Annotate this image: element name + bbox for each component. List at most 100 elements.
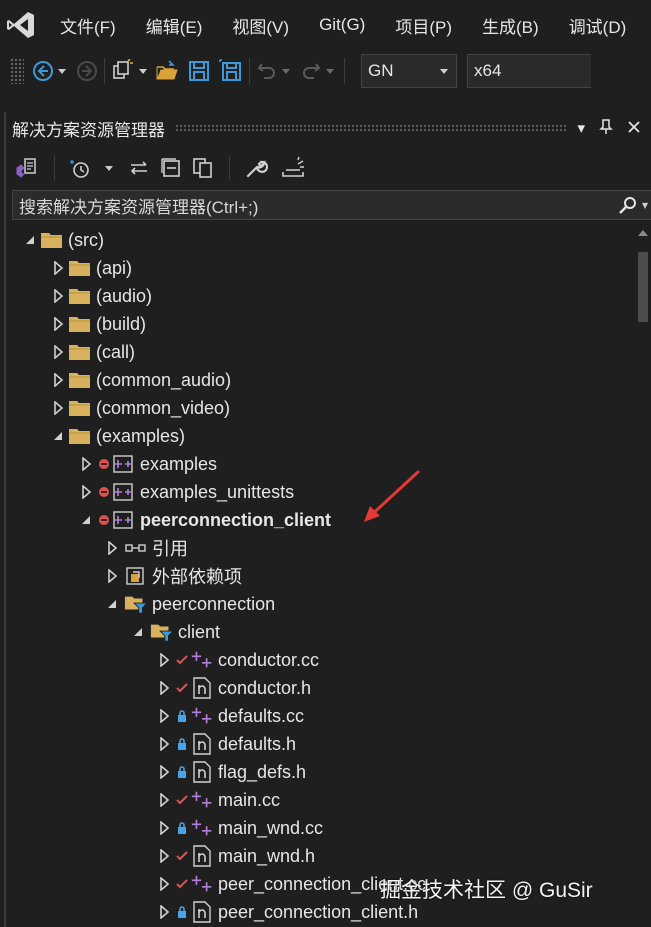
tree-item[interactable]: (examples) xyxy=(6,422,636,450)
redo-button[interactable] xyxy=(300,56,322,86)
navigate-forward-button[interactable] xyxy=(76,56,98,86)
collapsed-arrow-icon[interactable] xyxy=(154,818,174,838)
tree-item[interactable]: (audio) xyxy=(6,282,636,310)
scrollbar-thumb[interactable] xyxy=(638,252,648,322)
preview-selected-items-button[interactable] xyxy=(280,153,306,183)
tree-item[interactable]: (common_audio) xyxy=(6,366,636,394)
tree-item[interactable]: defaults.cc xyxy=(6,702,636,730)
collapsed-arrow-icon[interactable] xyxy=(154,902,174,922)
collapsed-arrow-icon[interactable] xyxy=(48,398,68,418)
collapsed-arrow-icon[interactable] xyxy=(154,762,174,782)
tree-item[interactable]: (call) xyxy=(6,338,636,366)
tree-item[interactable]: examples xyxy=(6,450,636,478)
new-item-dropdown-icon[interactable] xyxy=(139,68,147,74)
collapsed-arrow-icon[interactable] xyxy=(154,874,174,894)
collapsed-arrow-icon[interactable] xyxy=(154,846,174,866)
tree-item[interactable]: peerconnection xyxy=(6,590,636,618)
tree-item[interactable]: examples_unittests xyxy=(6,478,636,506)
tree-item[interactable]: flag_defs.h xyxy=(6,758,636,786)
tree-item[interactable]: 外部依赖项 xyxy=(6,562,636,590)
sync-with-active-document-button[interactable] xyxy=(127,153,151,183)
collapsed-arrow-icon[interactable] xyxy=(48,370,68,390)
tree-item[interactable]: (common_video) xyxy=(6,394,636,422)
collapsed-arrow-icon[interactable] xyxy=(48,314,68,334)
solution-platform-select[interactable]: x64 xyxy=(467,54,591,88)
window-position-dropdown-icon[interactable]: ▾ xyxy=(577,121,585,136)
modified-status-icon xyxy=(174,848,190,864)
solution-tree: (src) (api) (audio) (build) (call) (common_au… xyxy=(6,226,636,927)
collapsed-arrow-icon[interactable] xyxy=(76,454,96,474)
filter-dropdown-icon[interactable] xyxy=(105,165,113,171)
vertical-scrollbar[interactable] xyxy=(635,226,651,927)
collapsed-arrow-icon[interactable] xyxy=(154,650,174,670)
redo-dropdown-icon[interactable] xyxy=(326,68,334,74)
cpp-source-icon xyxy=(190,649,214,671)
tree-item[interactable]: defaults.h xyxy=(6,730,636,758)
menu-project[interactable]: 项目(P) xyxy=(380,13,467,38)
tree-item[interactable]: client xyxy=(6,618,636,646)
pending-changes-filter-button[interactable] xyxy=(69,153,95,183)
collapse-all-button[interactable] xyxy=(159,153,183,183)
collapsed-arrow-icon[interactable] xyxy=(102,538,122,558)
new-item-button[interactable] xyxy=(111,56,135,86)
panel-title-bar[interactable]: 解决方案资源管理器 ▾ xyxy=(6,112,651,144)
collapsed-arrow-icon[interactable] xyxy=(154,706,174,726)
folder-icon xyxy=(68,285,92,307)
cpp-project-icon xyxy=(112,509,136,531)
excluded-status-icon xyxy=(96,512,112,528)
tree-item[interactable]: 引用 xyxy=(6,534,636,562)
menu-git[interactable]: Git(G) xyxy=(304,15,380,35)
menu-file[interactable]: 文件(F) xyxy=(42,13,131,38)
search-options-dropdown-icon[interactable]: ▾ xyxy=(642,198,648,212)
solution-configuration-select[interactable]: GN xyxy=(361,54,457,88)
tree-item[interactable]: main_wnd.cc xyxy=(6,814,636,842)
panel-title: 解决方案资源管理器 xyxy=(12,120,165,140)
tree-item[interactable]: (api) xyxy=(6,254,636,282)
save-all-button[interactable] xyxy=(219,56,243,86)
tree-item[interactable]: conductor.h xyxy=(6,674,636,702)
pin-icon[interactable] xyxy=(599,118,613,138)
save-button[interactable] xyxy=(187,56,211,86)
expanded-arrow-icon[interactable] xyxy=(102,594,122,614)
collapsed-arrow-icon[interactable] xyxy=(48,342,68,362)
search-input[interactable]: 搜索解决方案资源管理器(Ctrl+;) ▾ xyxy=(12,190,651,220)
open-button[interactable] xyxy=(155,56,179,86)
visual-studio-logo-icon[interactable] xyxy=(0,0,42,50)
expanded-arrow-icon[interactable] xyxy=(128,622,148,642)
collapsed-arrow-icon[interactable] xyxy=(48,286,68,306)
tree-item-label: conductor.h xyxy=(218,677,312,698)
tree-item[interactable]: main.cc xyxy=(6,786,636,814)
tree-item[interactable]: (build) xyxy=(6,310,636,338)
tree-item[interactable]: main_wnd.h xyxy=(6,842,636,870)
modified-status-icon xyxy=(174,680,190,696)
expanded-arrow-icon[interactable] xyxy=(20,230,40,250)
tree-item[interactable]: peerconnection_client xyxy=(6,506,636,534)
collapsed-arrow-icon[interactable] xyxy=(102,566,122,586)
switch-views-button[interactable] xyxy=(14,153,40,183)
back-dropdown-icon[interactable] xyxy=(58,68,66,74)
undo-button[interactable] xyxy=(256,56,278,86)
expanded-arrow-icon[interactable] xyxy=(76,510,96,530)
menu-build[interactable]: 生成(B) xyxy=(467,13,554,38)
collapsed-arrow-icon[interactable] xyxy=(76,482,96,502)
tree-item[interactable]: conductor.cc xyxy=(6,646,636,674)
properties-button[interactable] xyxy=(244,153,268,183)
undo-dropdown-icon[interactable] xyxy=(282,68,290,74)
collapsed-arrow-icon[interactable] xyxy=(48,258,68,278)
navigate-back-button[interactable] xyxy=(32,56,54,86)
menu-edit[interactable]: 编辑(E) xyxy=(131,13,218,38)
expanded-arrow-icon[interactable] xyxy=(48,426,68,446)
tree-item[interactable]: (src) xyxy=(6,226,636,254)
tree-item-label: main_wnd.h xyxy=(218,845,316,866)
wrench-icon xyxy=(246,159,268,178)
menu-view[interactable]: 视图(V) xyxy=(217,13,304,38)
toolbar-grip[interactable] xyxy=(10,58,24,84)
scroll-up-arrow-icon[interactable] xyxy=(638,230,648,236)
menu-debug[interactable]: 调试(D) xyxy=(554,13,642,38)
show-all-files-button[interactable] xyxy=(191,153,215,183)
collapsed-arrow-icon[interactable] xyxy=(154,734,174,754)
collapsed-arrow-icon[interactable] xyxy=(154,678,174,698)
cpp-source-icon xyxy=(190,873,214,895)
close-icon[interactable] xyxy=(627,120,641,137)
collapsed-arrow-icon[interactable] xyxy=(154,790,174,810)
